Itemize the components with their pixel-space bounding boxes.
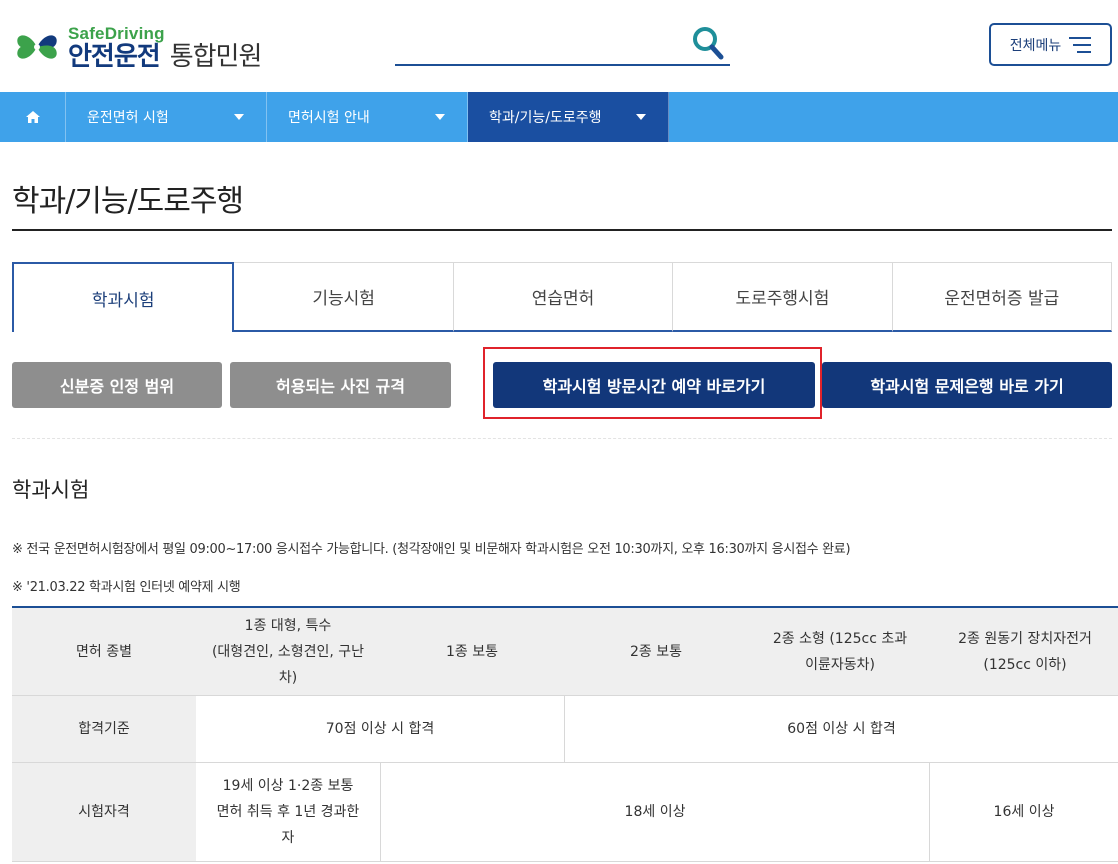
tab-road-test[interactable]: 도로주행시험 xyxy=(673,262,893,332)
nav-item-label: 면허시험 안내 xyxy=(288,110,370,126)
photo-rules-button[interactable]: 허용되는 사진 규격 xyxy=(230,362,451,408)
tab-theory-test[interactable]: 학과시험 xyxy=(12,262,235,332)
main-nav: 운전면허 시험 면허시험 안내 학과/기능/도로주행 xyxy=(0,92,1118,142)
caret-down-icon xyxy=(435,114,445,120)
nav-item-driving-test[interactable]: 운전면허 시험 xyxy=(66,92,267,142)
section-divider xyxy=(12,438,1112,439)
logo-korean-regular: 통합민원 xyxy=(169,41,263,72)
hamburger-icon xyxy=(1069,36,1092,53)
row-label: 합격기준 xyxy=(12,696,196,762)
nav-item-test-guide[interactable]: 면허시험 안내 xyxy=(267,92,468,142)
search-icon[interactable] xyxy=(692,26,724,60)
table-cell: 70점 이상 시 합격 xyxy=(325,721,435,737)
table-header-cell: 2종 보통 xyxy=(564,608,748,695)
all-menu-button[interactable]: 전체메뉴 xyxy=(989,23,1112,66)
all-menu-label: 전체메뉴 xyxy=(1009,37,1062,54)
table-header-cell: 1종 보통 xyxy=(380,608,564,695)
page-title: 학과/기능/도로주행 xyxy=(12,184,244,219)
table-cell: 16세 이상 xyxy=(929,763,1118,861)
table-header-cell: 2종 원동기 장치자전거 (125cc 이하) xyxy=(932,608,1118,695)
logo-korean-bold: 안전운전 xyxy=(68,41,161,72)
nav-item-label: 학과/기능/도로주행 xyxy=(489,110,602,126)
question-bank-button[interactable]: 학과시험 문제은행 바로 가기 xyxy=(822,362,1112,408)
title-divider xyxy=(12,229,1112,231)
exam-info-table: 면허 종별 1종 대형, 특수 (대형견인, 소형견인, 구난차) 1종 보통 … xyxy=(12,606,1118,862)
notice-text: ※ 전국 운전면허시험장에서 평일 09:00~17:00 응시접수 가능합니다… xyxy=(12,542,851,557)
notice-text: ※ '21.03.22 학과시험 인터넷 예약제 시행 xyxy=(12,580,241,595)
header: SafeDriving 안전운전 통합민원 전체메뉴 xyxy=(0,0,1118,92)
table-header-cell: 면허 종별 xyxy=(12,608,196,695)
table-cell: 60점 이상 시 합격 xyxy=(564,696,1118,762)
table-header-row: 면허 종별 1종 대형, 특수 (대형견인, 소형견인, 구난차) 1종 보통 … xyxy=(12,608,1118,696)
caret-down-icon xyxy=(234,114,244,120)
search-input[interactable] xyxy=(395,24,730,66)
logo-english-text: SafeDriving xyxy=(68,23,165,43)
section-title: 학과시험 xyxy=(12,478,90,502)
table-header-cell: 2종 소형 (125cc 초과 이륜자동차) xyxy=(748,608,932,695)
test-tabs: 학과시험 기능시험 연습면허 도로주행시험 운전면허증 발급 xyxy=(12,262,1113,332)
nav-item-theory-skill-road[interactable]: 학과/기능/도로주행 xyxy=(468,92,669,142)
home-button[interactable] xyxy=(0,92,66,142)
row-label: 시험자격 xyxy=(12,763,196,861)
tab-learner-license[interactable]: 연습면허 xyxy=(453,262,674,332)
table-row: 시험자격 19세 이상 1·2종 보통 면허 취득 후 1년 경과한 자 18세… xyxy=(12,763,1118,862)
id-scope-button[interactable]: 신분증 인정 범위 xyxy=(12,362,222,408)
tab-license-issue[interactable]: 운전면허증 발급 xyxy=(892,262,1113,332)
home-icon xyxy=(25,111,40,123)
table-header-cell: 1종 대형, 특수 (대형견인, 소형견인, 구난차) xyxy=(196,608,380,695)
nav-item-label: 운전면허 시험 xyxy=(87,110,169,126)
table-cell: 18세 이상 xyxy=(380,763,929,861)
site-logo[interactable]: SafeDriving 안전운전 통합민원 xyxy=(12,22,312,72)
table-row: 합격기준 70점 이상 시 합격 60점 이상 시 합격 xyxy=(12,696,1118,763)
table-cell: 19세 이상 1·2종 보통 면허 취득 후 1년 경과한 자 xyxy=(216,778,360,846)
caret-down-icon xyxy=(636,114,646,120)
highlight-box xyxy=(483,347,822,419)
tab-skill-test[interactable]: 기능시험 xyxy=(234,262,454,332)
clover-logo-icon xyxy=(12,24,62,70)
